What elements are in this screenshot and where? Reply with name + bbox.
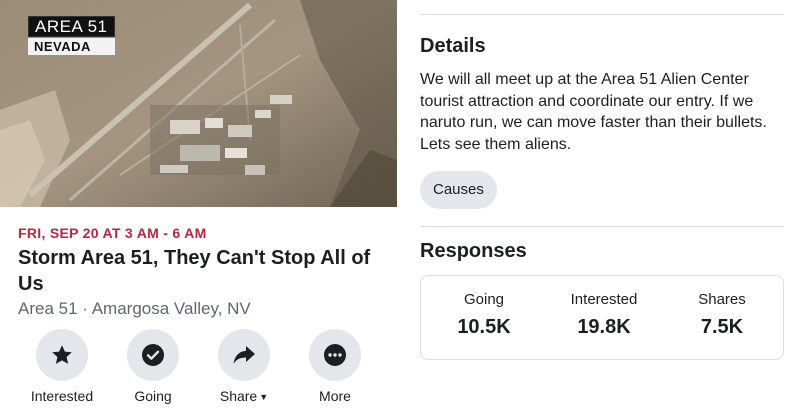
stat-interested[interactable]: Interested 19.8K: [559, 291, 649, 339]
stat-going[interactable]: Going 10.5K: [449, 291, 519, 339]
interested-label: Interested: [30, 388, 94, 404]
overlay-subtitle: NEVADA: [28, 38, 115, 55]
more-button[interactable]: More: [287, 329, 383, 404]
more-button-circle[interactable]: [309, 329, 361, 381]
stat-shares-value: 7.5K: [700, 316, 744, 338]
details-heading: Details: [420, 35, 486, 57]
details-description: We will all meet up at the Area 51 Alien…: [420, 71, 767, 154]
going-label: Going: [134, 388, 172, 404]
overlay-title: AREA 51: [28, 16, 115, 37]
share-label-text: Share: [219, 388, 258, 404]
share-button[interactable]: Share ▼: [196, 329, 292, 404]
share-arrow-icon: [233, 346, 255, 364]
top-divider: [420, 14, 784, 15]
going-button[interactable]: Going: [105, 329, 201, 404]
event-header-panel: AREA 51 NEVADA FRI, SEP 20 AT 3 AM - 6 A…: [0, 0, 397, 417]
responses-heading: Responses: [420, 240, 527, 262]
stat-interested-value: 19.8K: [577, 316, 631, 338]
star-icon: [52, 345, 72, 364]
section-divider: [420, 226, 784, 227]
check-circle-icon: [142, 344, 164, 366]
event-info-panel: Details We will all meet up at the Area …: [420, 0, 784, 417]
event-location[interactable]: Area 51 · Amargosa Valley, NV: [18, 299, 251, 319]
going-button-circle[interactable]: [127, 329, 179, 381]
stat-shares-label: Shares: [698, 291, 746, 308]
share-button-circle[interactable]: [218, 329, 270, 381]
stat-going-value: 10.5K: [457, 316, 511, 338]
responses-stats-card: Going 10.5K Interested 19.8K Shares 7.5K: [420, 275, 784, 360]
event-date: FRI, SEP 20 AT 3 AM - 6 AM: [18, 225, 207, 241]
caret-down-icon: ▼: [259, 392, 269, 402]
interested-button[interactable]: Interested: [14, 329, 110, 404]
share-label: Share ▼: [196, 388, 292, 404]
event-cover-photo[interactable]: AREA 51 NEVADA: [0, 0, 397, 207]
causes-chip[interactable]: Causes: [420, 171, 497, 209]
event-title: Storm Area 51, They Can't Stop All of Us: [18, 247, 371, 295]
interested-button-circle[interactable]: [36, 329, 88, 381]
stat-interested-label: Interested: [570, 291, 638, 308]
more-label: More: [319, 388, 351, 404]
news-overlay-tag: AREA 51 NEVADA: [28, 16, 115, 55]
event-action-bar: Interested Going Share ▼ More: [0, 329, 397, 417]
more-dots-icon: [324, 344, 346, 366]
stat-going-label: Going: [463, 291, 505, 308]
stat-shares[interactable]: Shares 7.5K: [689, 291, 755, 339]
